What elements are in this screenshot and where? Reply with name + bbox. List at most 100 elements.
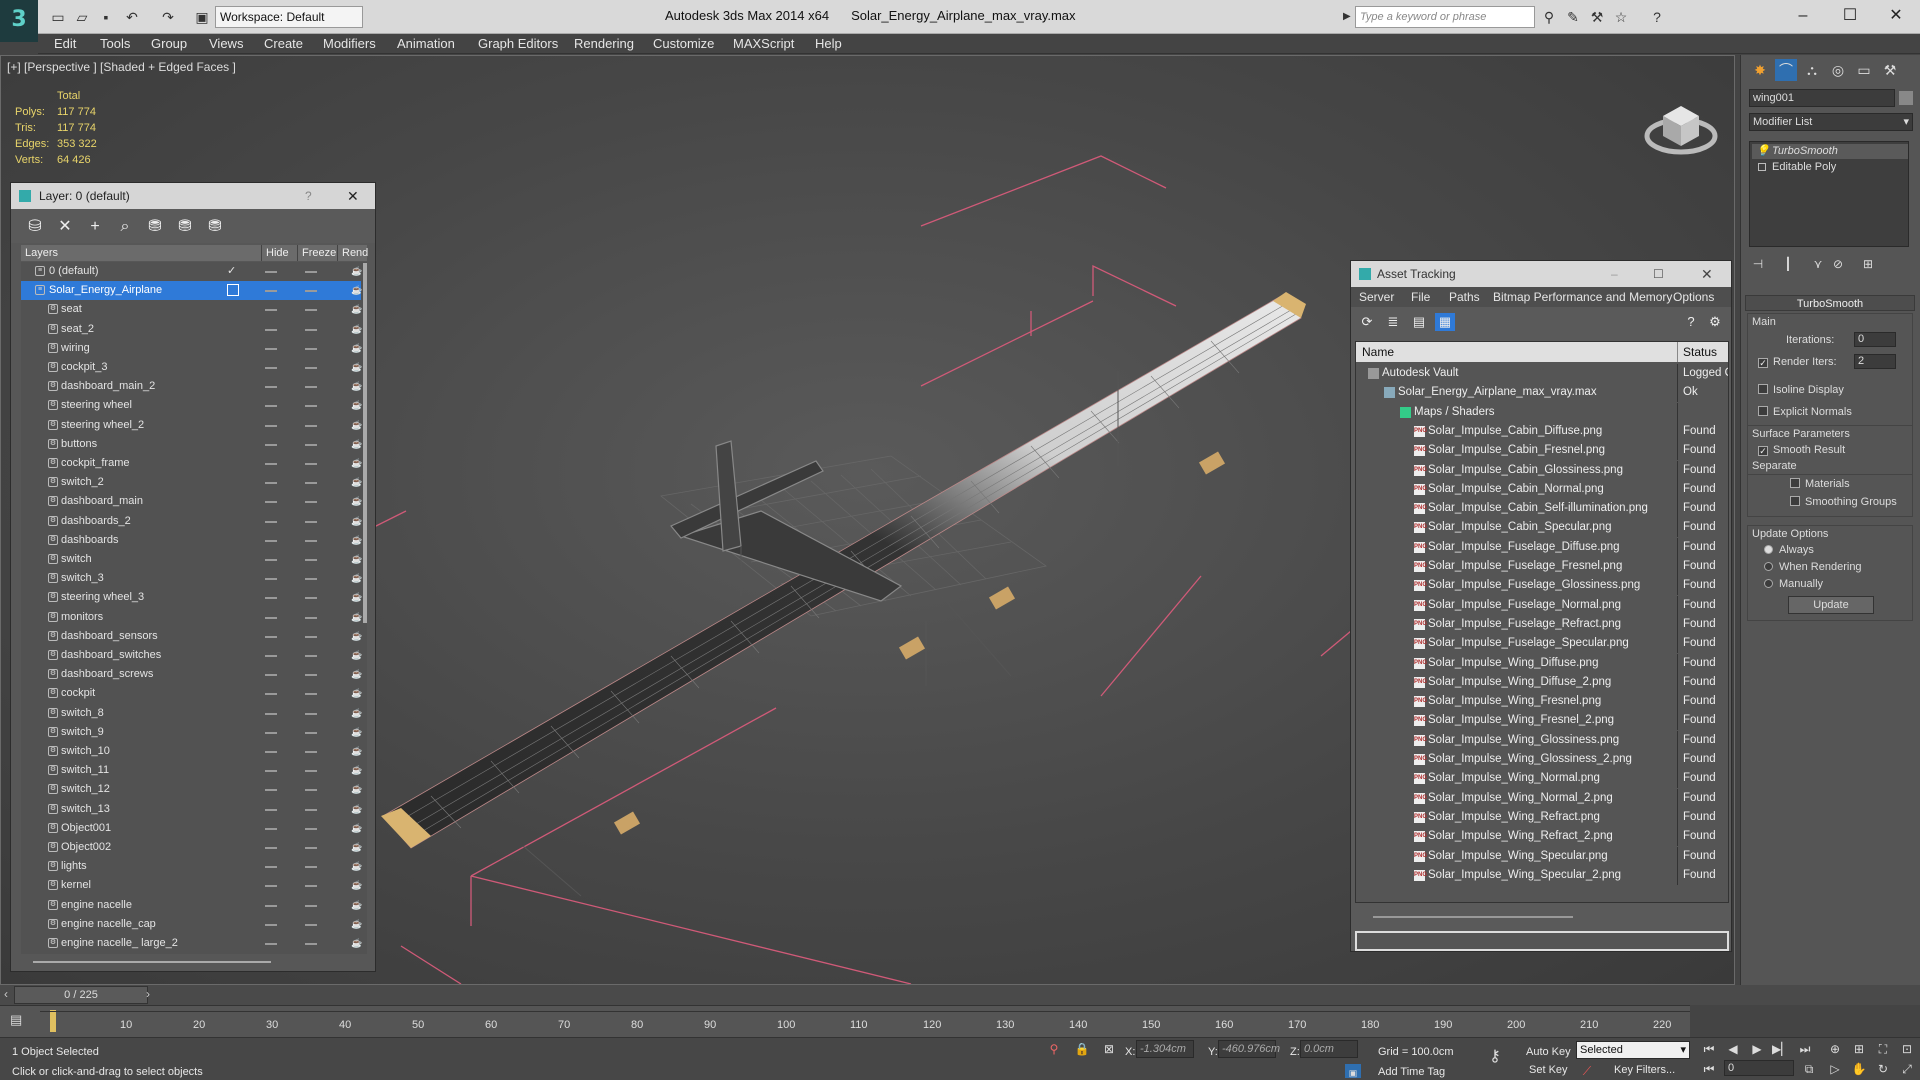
render-toggle-icon[interactable]: ☕ (351, 496, 362, 506)
layer-object-row[interactable]: ⚙ dashboard_main ☕ (21, 492, 362, 511)
layer-list-scrollbar[interactable] (363, 263, 367, 623)
communication-center-icon[interactable]: ✎ (1564, 8, 1582, 26)
asset-row[interactable]: PNG Solar_Impulse_Cabin_Normal.png Found (1356, 479, 1728, 499)
redo-icon[interactable]: ↷ (158, 7, 178, 27)
render-toggle-icon[interactable]: ☕ (351, 784, 362, 794)
pin-stack-icon[interactable]: ⊣ (1749, 255, 1767, 273)
asset-row[interactable]: PNG Solar_Impulse_Wing_Glossiness_2.png Fo… (1356, 750, 1728, 769)
asset-minimize-icon[interactable]: – (1611, 261, 1618, 287)
layer-object-row[interactable]: ⚙ dashboards_2 ☕ (21, 512, 362, 531)
project-folder-icon[interactable]: ▣ (192, 7, 212, 27)
time-next-icon[interactable]: › (146, 987, 150, 1001)
asset-row[interactable]: PNG Solar_Impulse_Cabin_Fresnel.png Found (1356, 441, 1728, 461)
render-toggle-icon[interactable]: ☕ (351, 612, 362, 622)
asset-path-field[interactable] (1355, 931, 1729, 951)
render-toggle-icon[interactable]: ☕ (351, 439, 362, 449)
render-toggle-icon[interactable]: ☕ (351, 554, 362, 564)
render-toggle-icon[interactable]: ☕ (351, 573, 362, 583)
freeze-toggle[interactable] (305, 386, 317, 389)
asset-row[interactable]: PNG Solar_Impulse_Wing_Fresnel.png Found (1356, 692, 1728, 712)
freeze-toggle[interactable] (305, 424, 317, 427)
hide-toggle[interactable] (265, 539, 277, 542)
list-view-icon[interactable]: ≣ (1383, 313, 1403, 331)
freeze-toggle[interactable] (305, 770, 317, 773)
freeze-toggle[interactable] (305, 751, 317, 753)
asset-settings-icon[interactable]: ⚙ (1705, 313, 1725, 331)
render-toggle-icon[interactable]: ☕ (351, 880, 362, 890)
render-toggle-icon[interactable]: ☕ (351, 919, 362, 929)
hide-toggle[interactable] (265, 597, 277, 600)
current-layer-checkbox[interactable] (227, 284, 239, 297)
asset-menu-bitmap-performance[interactable]: Bitmap Performance and Memory (1493, 290, 1672, 304)
asset-row[interactable]: PNG Solar_Impulse_Cabin_Self-illumination… (1356, 499, 1728, 519)
hide-toggle[interactable] (265, 751, 277, 753)
play-icon[interactable]: ▶ (1748, 1040, 1766, 1058)
key-selection-dropdown[interactable]: Selected ▾ (1576, 1041, 1690, 1059)
layer-object-row[interactable]: ⚙ steering wheel_2 ☕ (21, 416, 362, 435)
hide-toggle[interactable] (265, 386, 277, 389)
menu-animation[interactable]: Animation (397, 36, 455, 51)
binoculars-icon[interactable]: ⚲ (1540, 8, 1558, 26)
render-toggle-icon[interactable]: ☕ (351, 285, 362, 295)
column-name[interactable]: Name (1362, 342, 1394, 362)
render-toggle-icon[interactable]: ☕ (351, 420, 362, 430)
hide-toggle[interactable] (265, 520, 277, 523)
layer-object-row[interactable]: ⚙ Object002 ☕ (21, 838, 362, 857)
hide-toggle[interactable] (265, 271, 277, 273)
column-status[interactable]: Status (1683, 342, 1717, 362)
add-to-layer-icon[interactable]: + (83, 217, 107, 237)
render-toggle-icon[interactable]: ☕ (351, 708, 362, 718)
when-rendering-radio[interactable]: When Rendering (1764, 561, 1862, 573)
asset-row[interactable]: PNG Solar_Impulse_Wing_Diffuse.png Found (1356, 653, 1728, 673)
layer-row[interactable]: ≡ Solar_Energy_Airplane ☕ (21, 281, 362, 301)
freeze-toggle[interactable] (305, 443, 317, 446)
layer-object-row[interactable]: ⚙ seat_2 ☕ (21, 320, 362, 339)
freeze-toggle[interactable] (305, 405, 317, 408)
new-file-icon[interactable]: ▭ (48, 7, 68, 27)
freeze-toggle[interactable] (305, 482, 317, 485)
freeze-toggle[interactable] (305, 309, 317, 312)
render-toggle-icon[interactable]: ☕ (351, 823, 362, 833)
go-to-end-icon[interactable]: ⏭ (1796, 1040, 1814, 1058)
asset-menu-server[interactable]: Server (1359, 290, 1394, 304)
layer-object-row[interactable]: ⚙ engine nacelle ☕ (21, 896, 362, 915)
hide-toggle[interactable] (265, 885, 277, 888)
explicit-normals-checkbox[interactable]: Explicit Normals (1758, 406, 1852, 418)
hide-toggle[interactable] (265, 904, 277, 907)
modifier-list-dropdown[interactable]: Modifier List ▾ (1749, 113, 1913, 131)
isoline-display-checkbox[interactable]: Isoline Display (1758, 384, 1844, 396)
current-frame-marker[interactable] (50, 1010, 56, 1032)
asset-row[interactable]: PNG Solar_Impulse_Wing_Refract.png Found (1356, 807, 1728, 827)
render-toggle-icon[interactable]: ☕ (351, 304, 362, 314)
viewcube-icon[interactable] (1641, 86, 1721, 166)
hide-toggle[interactable] (265, 405, 277, 408)
modify-tab-icon[interactable]: ⌒ (1775, 59, 1797, 81)
asset-row[interactable]: Maps / Shaders (1356, 402, 1728, 422)
render-toggle-icon[interactable]: ☕ (351, 343, 362, 353)
render-toggle-icon[interactable]: ☕ (351, 842, 362, 852)
freeze-toggle[interactable] (305, 674, 317, 677)
render-toggle-icon[interactable]: ☕ (351, 765, 362, 775)
auto-key-button[interactable]: Auto Key (1526, 1046, 1571, 1058)
layer-object-row[interactable]: ⚙ seat ☕ (21, 300, 362, 319)
layer-object-row[interactable]: ⚙ switch_11 ☕ (21, 761, 362, 780)
asset-row[interactable]: PNG Solar_Impulse_Wing_Fresnel_2.png Found (1356, 711, 1728, 731)
asset-row[interactable]: PNG Solar_Impulse_Wing_Normal_2.png Found (1356, 788, 1728, 808)
asset-help-icon[interactable]: ? (1681, 313, 1701, 331)
hide-toggle[interactable] (265, 347, 277, 350)
hide-toggle[interactable] (265, 616, 277, 619)
freeze-toggle[interactable] (305, 559, 317, 561)
field-of-view-icon[interactable]: ▷ (1826, 1060, 1844, 1078)
highlight-layer-icon[interactable]: ⛃ (143, 217, 167, 237)
menu-group[interactable]: Group (151, 36, 187, 51)
remove-modifier-icon[interactable]: ⊘ (1829, 255, 1847, 273)
layer-object-row[interactable]: ⚙ dashboard_sensors ☕ (21, 627, 362, 646)
lock-selection-icon[interactable]: 🔒 (1073, 1040, 1091, 1058)
freeze-toggle[interactable] (305, 693, 317, 696)
hide-toggle[interactable] (265, 501, 277, 504)
layer-object-row[interactable]: ⚙ dashboard_main_2 ☕ (21, 377, 362, 396)
layer-object-row[interactable]: ⚙ cockpit_frame ☕ (21, 454, 362, 473)
layer-window-help[interactable]: ? (305, 183, 312, 209)
freeze-toggle[interactable] (305, 616, 317, 619)
hide-all-layers-icon[interactable]: ⛃ (173, 217, 197, 237)
